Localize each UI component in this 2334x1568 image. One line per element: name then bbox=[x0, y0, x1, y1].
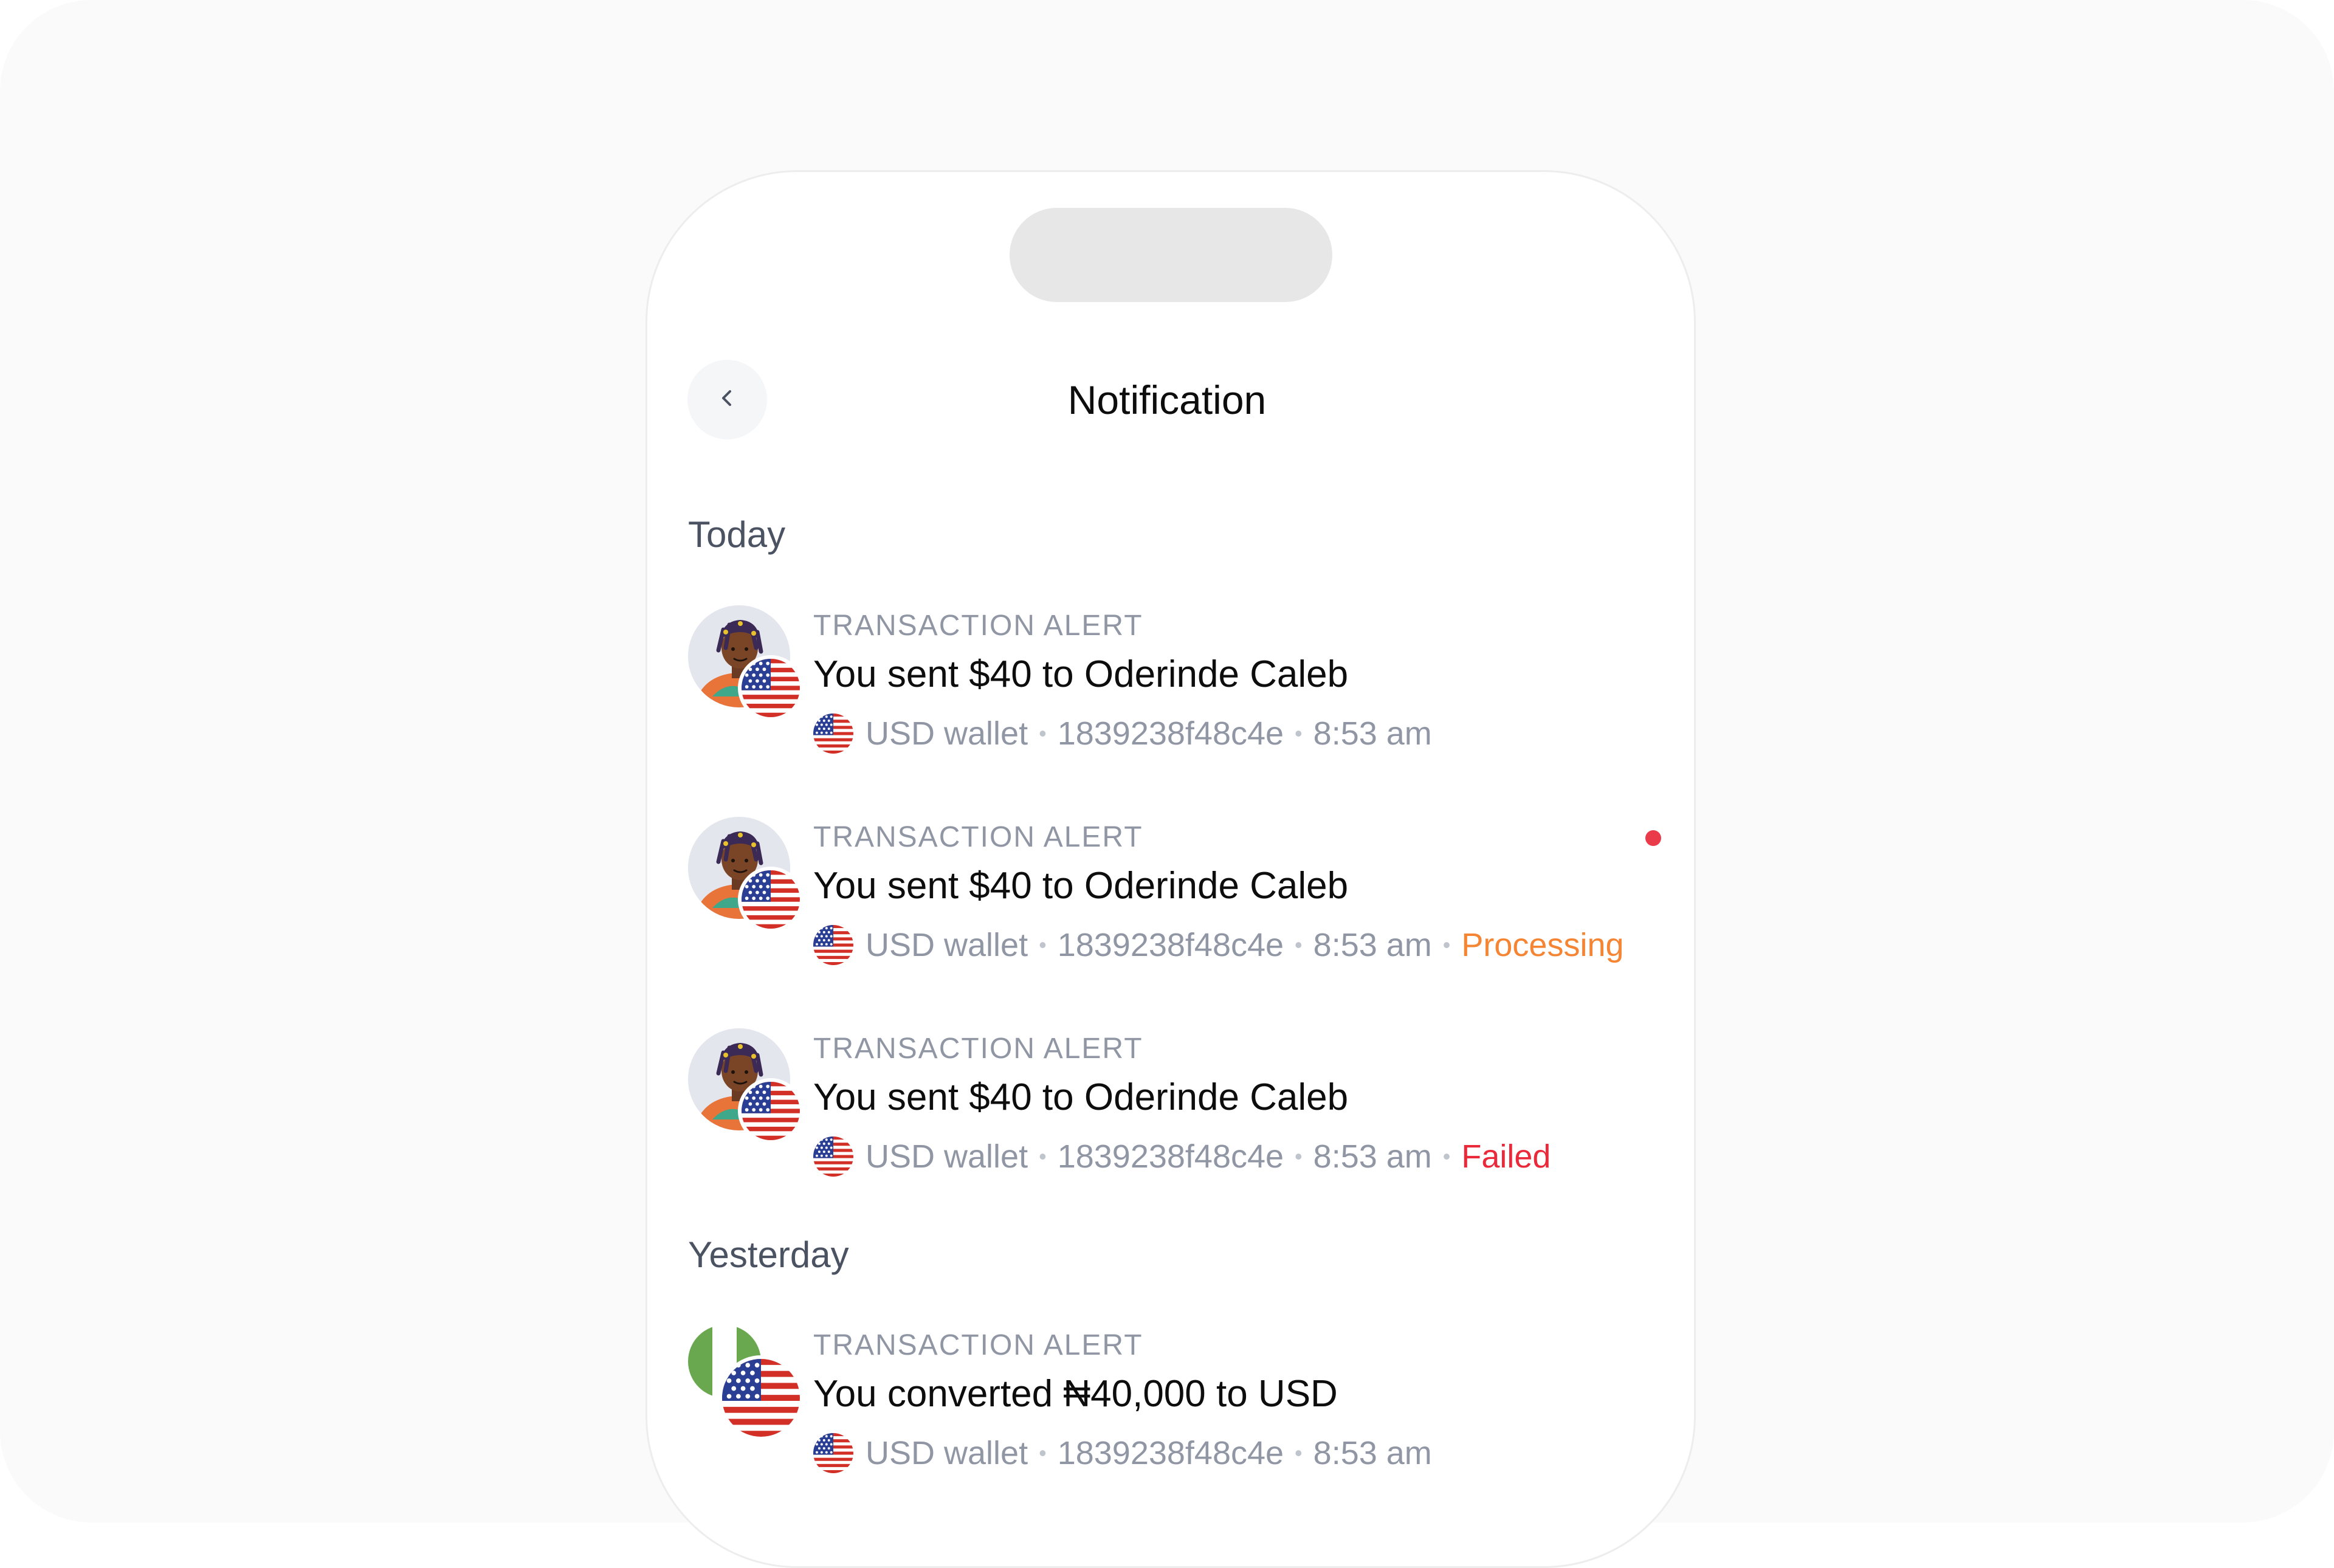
status-failed: Failed bbox=[1461, 1138, 1551, 1175]
notification-headline: You sent $40 to Oderinde Caleb bbox=[813, 865, 1349, 907]
notification-time: 8:53 am bbox=[1313, 715, 1432, 752]
us-flag-icon bbox=[738, 655, 804, 721]
transaction-reference: 1839238f48c4e bbox=[1057, 927, 1284, 963]
us-flag-icon bbox=[738, 867, 804, 932]
notification-meta: USD wallet • 1839238f48c4e • 8:53 am • P… bbox=[813, 921, 1624, 969]
us-flag-icon bbox=[718, 1355, 804, 1440]
wallet-name: USD wallet bbox=[866, 1138, 1028, 1175]
notification-item[interactable]: TRANSACTION ALERT You converted ₦40,000 … bbox=[688, 1325, 1654, 1483]
separator-dot: • bbox=[1295, 721, 1303, 746]
separator-dot: • bbox=[1442, 932, 1451, 957]
notification-item[interactable]: TRANSACTION ALERT You sent $40 to Oderin… bbox=[688, 1028, 1654, 1186]
wallet-name: USD wallet bbox=[866, 715, 1028, 752]
us-flag-icon bbox=[813, 714, 853, 754]
notification-item[interactable]: TRANSACTION ALERT You sent $40 to Oderin… bbox=[688, 817, 1661, 975]
notification-meta: USD wallet • 1839238f48c4e • 8:53 am • F… bbox=[813, 1133, 1551, 1180]
separator-dot: • bbox=[1039, 1144, 1047, 1169]
section-title-yesterday: Yesterday bbox=[688, 1234, 849, 1275]
notification-item[interactable]: TRANSACTION ALERT You sent $40 to Oderin… bbox=[688, 605, 1654, 763]
section-title-today: Today bbox=[688, 514, 786, 555]
dynamic-island bbox=[1010, 208, 1332, 302]
us-flag-icon bbox=[813, 925, 853, 965]
transaction-reference: 1839238f48c4e bbox=[1057, 1138, 1284, 1175]
us-flag-icon bbox=[813, 1433, 853, 1473]
notification-meta: USD wallet • 1839238f48c4e • 8:53 am bbox=[813, 710, 1432, 757]
transaction-reference: 1839238f48c4e bbox=[1057, 715, 1284, 752]
separator-dot: • bbox=[1039, 721, 1047, 746]
separator-dot: • bbox=[1039, 932, 1047, 957]
notification-time: 8:53 am bbox=[1313, 1435, 1432, 1471]
page-title: Notification bbox=[1067, 377, 1267, 422]
notification-time: 8:53 am bbox=[1313, 1138, 1432, 1175]
us-flag-icon bbox=[738, 1078, 804, 1144]
notification-meta: USD wallet • 1839238f48c4e • 8:53 am bbox=[813, 1429, 1432, 1477]
notification-headline: You converted ₦40,000 to USD bbox=[813, 1373, 1338, 1415]
separator-dot: • bbox=[1295, 1440, 1303, 1465]
separator-dot: • bbox=[1295, 932, 1303, 957]
separator-dot: • bbox=[1039, 1440, 1047, 1465]
separator-dot: • bbox=[1442, 1144, 1451, 1169]
notification-headline: You sent $40 to Oderinde Caleb bbox=[813, 1076, 1349, 1118]
notification-label: TRANSACTION ALERT bbox=[813, 610, 1143, 642]
transaction-reference: 1839238f48c4e bbox=[1057, 1435, 1284, 1471]
notification-label: TRANSACTION ALERT bbox=[813, 1329, 1143, 1361]
unread-indicator bbox=[1645, 830, 1661, 846]
notification-time: 8:53 am bbox=[1313, 927, 1432, 963]
notification-headline: You sent $40 to Oderinde Caleb bbox=[813, 653, 1349, 695]
separator-dot: • bbox=[1295, 1144, 1303, 1169]
us-flag-icon bbox=[813, 1136, 853, 1177]
notification-label: TRANSACTION ALERT bbox=[813, 821, 1143, 853]
status-processing: Processing bbox=[1461, 927, 1624, 963]
wallet-name: USD wallet bbox=[866, 927, 1028, 963]
notification-label: TRANSACTION ALERT bbox=[813, 1033, 1143, 1065]
wallet-name: USD wallet bbox=[866, 1435, 1028, 1471]
